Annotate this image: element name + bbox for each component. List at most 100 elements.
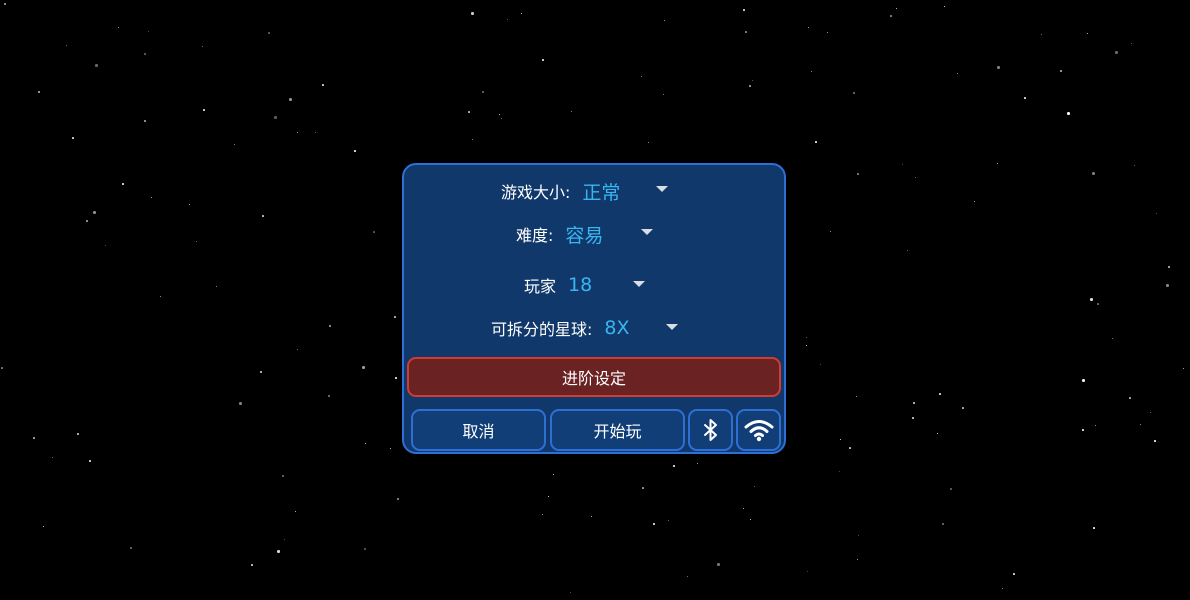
wifi-button[interactable] xyxy=(736,409,781,451)
star xyxy=(890,15,892,17)
star xyxy=(642,487,644,489)
star xyxy=(1067,112,1070,115)
star xyxy=(542,514,543,515)
splittable-planets-row[interactable]: 可拆分的星球: 8X xyxy=(491,315,630,341)
star xyxy=(1002,588,1003,589)
star xyxy=(1131,43,1132,44)
star xyxy=(160,296,161,297)
star xyxy=(853,92,855,94)
star xyxy=(1168,266,1170,268)
star xyxy=(1082,379,1085,382)
star xyxy=(1166,284,1169,287)
star xyxy=(38,91,40,93)
game-size-label: 游戏大小: xyxy=(501,183,571,202)
star xyxy=(913,402,915,404)
star xyxy=(553,474,554,475)
game-size-value[interactable]: 正常 xyxy=(582,178,620,205)
star xyxy=(472,139,473,140)
star xyxy=(239,402,242,405)
star xyxy=(1092,172,1095,175)
star xyxy=(750,519,751,520)
star xyxy=(33,437,35,439)
star xyxy=(43,526,44,527)
star xyxy=(663,94,664,95)
star xyxy=(912,417,914,419)
star xyxy=(151,197,152,198)
star xyxy=(806,345,807,346)
difficulty-label: 难度: xyxy=(516,226,554,245)
star xyxy=(962,407,964,409)
star xyxy=(653,523,655,525)
star xyxy=(328,395,330,397)
star xyxy=(827,32,828,33)
game-size-dropdown-icon[interactable] xyxy=(656,186,668,192)
star xyxy=(362,366,365,369)
cancel-button[interactable]: 取消 xyxy=(411,409,546,451)
star xyxy=(752,80,753,81)
star xyxy=(373,231,375,233)
star xyxy=(743,9,745,11)
advanced-settings-button[interactable]: 进阶设定 xyxy=(407,357,781,397)
star xyxy=(482,91,484,93)
star xyxy=(1093,527,1095,529)
star xyxy=(939,393,941,395)
star xyxy=(394,316,396,318)
star xyxy=(251,564,253,566)
star xyxy=(648,142,649,143)
splittable-planets-dropdown-icon[interactable] xyxy=(666,324,678,330)
star xyxy=(297,132,298,133)
difficulty-dropdown-icon[interactable] xyxy=(641,229,653,235)
players-row[interactable]: 玩家 18 xyxy=(524,272,592,298)
start-game-button[interactable]: 开始玩 xyxy=(550,409,685,451)
star xyxy=(745,31,747,33)
star xyxy=(815,141,817,143)
difficulty-row[interactable]: 难度: 容易 xyxy=(516,221,603,247)
star xyxy=(974,201,975,202)
star xyxy=(89,460,91,462)
star xyxy=(840,439,841,440)
star xyxy=(390,448,391,449)
star xyxy=(196,241,197,242)
star xyxy=(857,559,858,560)
star xyxy=(1112,338,1113,339)
difficulty-value[interactable]: 容易 xyxy=(565,221,603,248)
star xyxy=(1095,425,1096,426)
star xyxy=(284,539,285,540)
star xyxy=(1156,213,1157,214)
star xyxy=(950,488,952,490)
star xyxy=(105,245,106,246)
star xyxy=(282,475,284,477)
star xyxy=(395,377,397,379)
star xyxy=(322,84,324,86)
game-size-row[interactable]: 游戏大小: 正常 xyxy=(501,178,620,204)
wifi-icon xyxy=(744,420,773,442)
star xyxy=(957,73,958,74)
star xyxy=(1,367,3,369)
star xyxy=(148,31,149,32)
star xyxy=(717,563,720,566)
star xyxy=(202,46,203,47)
star xyxy=(811,71,812,72)
star xyxy=(749,85,751,87)
star xyxy=(907,250,908,251)
star xyxy=(806,337,807,338)
splittable-planets-value[interactable]: 8X xyxy=(604,317,629,339)
star xyxy=(95,64,98,67)
star xyxy=(1183,368,1184,369)
star xyxy=(144,53,146,55)
star xyxy=(902,164,903,165)
star xyxy=(274,116,277,119)
bluetooth-button[interactable] xyxy=(688,409,733,451)
star xyxy=(329,325,331,327)
players-value[interactable]: 18 xyxy=(568,274,592,296)
star xyxy=(277,550,280,553)
star xyxy=(1140,424,1141,425)
star xyxy=(942,523,944,525)
star xyxy=(808,27,809,28)
players-dropdown-icon[interactable] xyxy=(633,281,645,287)
star xyxy=(641,76,642,77)
star xyxy=(1060,70,1062,72)
star xyxy=(507,19,508,20)
star xyxy=(1024,97,1026,99)
star xyxy=(1082,429,1084,431)
